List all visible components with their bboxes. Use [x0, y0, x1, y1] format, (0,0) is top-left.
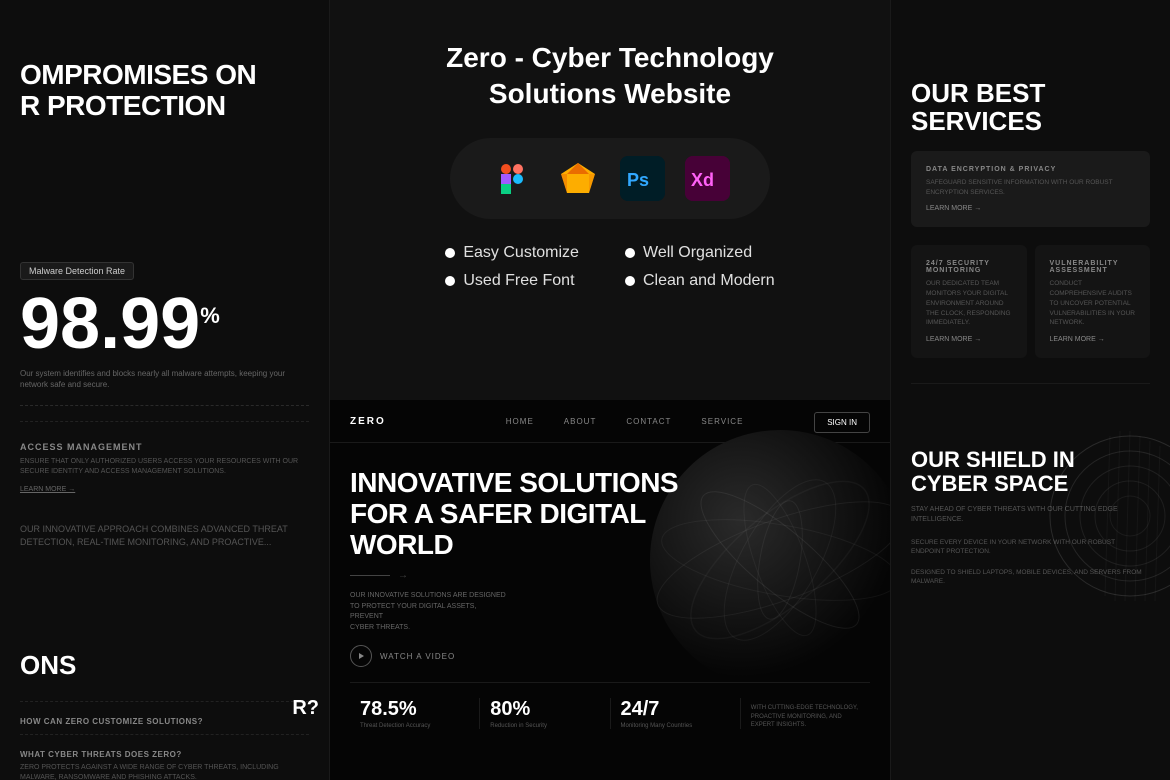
feature-used-free-font: Used Free Font — [445, 272, 595, 290]
feature-easy-customize: Easy Customize — [445, 244, 595, 262]
malware-badge: Malware Detection Rate — [20, 262, 134, 280]
vulnerability-learn-more[interactable]: LEARN MORE → — [1050, 336, 1136, 343]
main-heading: OMPROMISES ON R PROTECTION — [20, 60, 309, 122]
feature-dot-1 — [445, 248, 455, 258]
stat-number-1: 78.5% — [360, 698, 469, 721]
feature-dot-3 — [445, 276, 455, 286]
hero-description: OUR INNOVATIVE SOLUTIONS ARE DESIGNED TO… — [350, 591, 510, 633]
featured-service-text: SAFEGUARD SENSITIVE INFORMATION WITH OUR… — [926, 178, 1135, 198]
monitoring-learn-more[interactable]: LEARN MORE → — [926, 336, 1012, 343]
stat-label-3: Monitoring Many Countries — [621, 723, 730, 729]
bottom-heading: ONS — [20, 650, 309, 681]
stat-description: WITH CUTTING-EDGE TECHNOLOGY, PROACTIVE … — [741, 704, 870, 729]
monitoring-text: OUR DEDICATED TEAM MONITORS YOUR DIGITAL… — [926, 279, 1012, 328]
vulnerability-label: VULNERABILITY ASSESSMENT — [1050, 260, 1136, 274]
feature-dot-4 — [625, 276, 635, 286]
nav-about[interactable]: ABOUT — [564, 417, 597, 426]
learn-more-link-1[interactable]: LEARN MORE → — [20, 486, 309, 493]
product-info: Zero - Cyber Technology Solutions Websit… — [330, 0, 890, 340]
service-card-vulnerability: VULNERABILITY ASSESSMENT CONDUCT COMPREH… — [1035, 245, 1151, 358]
featured-learn-more[interactable]: LEARN MORE → — [926, 205, 1135, 212]
vulnerability-text: CONDUCT COMPREHENSIVE AUDITS TO UNCOVER … — [1050, 279, 1136, 328]
stat-label-2: Reduction in Security — [490, 723, 599, 729]
website-preview: ZERO HOME ABOUT CONTACT SERVICE SIGN IN … — [330, 400, 890, 780]
stat-desc-4: WITH CUTTING-EDGE TECHNOLOGY, PROACTIVE … — [751, 704, 860, 729]
stat-number-3: 24/7 — [621, 698, 730, 721]
figma-icon — [490, 156, 535, 201]
featured-service-label: DATA ENCRYPTION & PRIVACY — [926, 166, 1135, 173]
photoshop-icon: Ps — [620, 156, 665, 201]
faq-question-2: WHAT CYBER THREATS DOES ZERO? — [20, 750, 309, 759]
detection-description: Our system identifies and blocks nearly … — [20, 368, 309, 390]
monitoring-label: 24/7 SECURITY MONITORING — [926, 260, 1012, 274]
stat-label-1: Threat Detection Accuracy — [360, 723, 469, 729]
watch-video-label: WATCH A VIDEO — [380, 652, 455, 661]
access-management-text: ENSURE THAT ONLY AUTHORIZED USERS ACCESS… — [20, 457, 309, 478]
play-icon[interactable] — [350, 645, 372, 667]
left-panel: OMPROMISES ON R PROTECTION Malware Detec… — [0, 0, 330, 780]
bottom-right-tag: R? — [292, 697, 319, 720]
faq-answer-2: ZERO PROTECTS AGAINST A WIDE RANGE OF CY… — [20, 763, 309, 780]
faq-item-1: HOW CAN ZERO CUSTOMIZE SOLUTIONS? — [20, 717, 309, 726]
stat-monitoring: 24/7 Monitoring Many Countries — [611, 698, 741, 729]
product-title: Zero - Cyber Technology Solutions Websit… — [360, 40, 860, 113]
detection-rate: 98.99% — [20, 288, 309, 360]
stat-number-2: 80% — [490, 698, 599, 721]
svg-text:Xd: Xd — [691, 170, 714, 190]
faq-item-2: WHAT CYBER THREATS DOES ZERO? ZERO PROTE… — [20, 750, 309, 780]
service-cards-row: 24/7 SECURITY MONITORING OUR DEDICATED T… — [911, 235, 1150, 358]
featured-service-card: DATA ENCRYPTION & PRIVACY SAFEGUARD SENS… — [911, 151, 1150, 228]
right-heading: OUR BEST SERVICES — [911, 50, 1150, 136]
stat-detection: 78.5% Threat Detection Accuracy — [350, 698, 480, 729]
tools-pill: Ps Xd — [450, 138, 770, 219]
service-card-monitoring: 24/7 SECURITY MONITORING OUR DEDICATED T… — [911, 245, 1027, 358]
faq-question-1: HOW CAN ZERO CUSTOMIZE SOLUTIONS? — [20, 717, 309, 726]
hero-content: INNOVATIVE SOLUTIONS FOR A SAFER DIGITAL… — [330, 443, 890, 754]
watch-video-button[interactable]: WATCH A VIDEO — [350, 645, 870, 667]
svg-text:Ps: Ps — [627, 170, 649, 190]
center-panel: Zero - Cyber Technology Solutions Websit… — [330, 0, 890, 780]
nav-home[interactable]: HOME — [506, 417, 534, 426]
bottom-description: OUR INNOVATIVE APPROACH COMBINES ADVANCE… — [20, 523, 309, 550]
nav-logo: ZERO — [350, 416, 386, 427]
xd-icon: Xd — [685, 156, 730, 201]
feature-well-organized: Well Organized — [625, 244, 775, 262]
stats-row: 78.5% Threat Detection Accuracy 80% Redu… — [350, 682, 870, 729]
feature-clean-modern: Clean and Modern — [625, 272, 775, 290]
access-management-title: ACCESS MANAGEMENT — [20, 442, 309, 452]
right-panel: OUR BEST SERVICES DATA ENCRYPTION & PRIV… — [890, 0, 1170, 780]
feature-dot-2 — [625, 248, 635, 258]
features-grid: Easy Customize Well Organized Used Free … — [445, 244, 774, 290]
sketch-icon — [555, 156, 600, 201]
stat-reduction: 80% Reduction in Security — [480, 698, 610, 729]
hero-title: INNOVATIVE SOLUTIONS FOR A SAFER DIGITAL… — [350, 468, 870, 560]
